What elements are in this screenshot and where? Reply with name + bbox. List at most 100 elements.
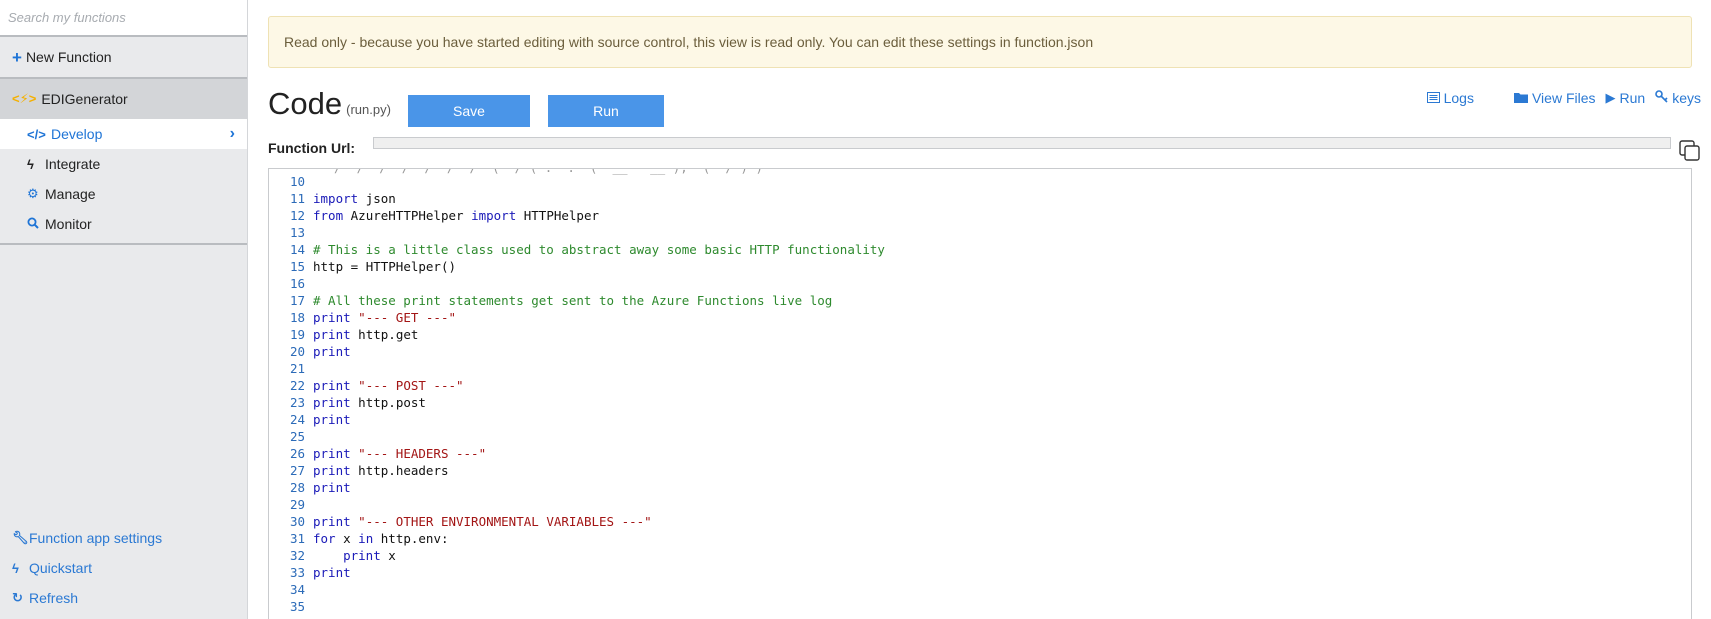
- function-url-label: Function Url:: [268, 140, 356, 156]
- link-label: Quickstart: [29, 560, 93, 576]
- main-panel: Read only - because you have started edi…: [248, 0, 1711, 619]
- chevron-right-icon: ›: [229, 125, 235, 142]
- run-button[interactable]: Run: [548, 95, 664, 127]
- view-files-label: View Files: [1531, 90, 1596, 106]
- line-text: # All these print statements get sent to…: [313, 293, 833, 308]
- line-number: 27: [289, 463, 305, 478]
- code-icon: </>: [27, 126, 46, 142]
- sidebar-item-monitor[interactable]: Monitor: [0, 209, 247, 239]
- code-line: 27 print http.headers: [269, 462, 1691, 479]
- search-input[interactable]: Search my functions: [0, 0, 247, 37]
- code-line: 13: [269, 224, 1691, 241]
- code-line: 35: [269, 598, 1691, 615]
- code-line: 23 print http.post: [269, 394, 1691, 411]
- sidebar-item-manage[interactable]: ⚙ Manage: [0, 179, 247, 209]
- sidebar-item-label: Develop: [51, 126, 103, 142]
- code-line: 28 print: [269, 479, 1691, 496]
- line-number: 20: [289, 344, 305, 359]
- sidebar-item-label: Manage: [45, 186, 96, 202]
- refresh-link[interactable]: ↻ Refresh: [0, 583, 247, 613]
- view-files-link[interactable]: View Files: [1513, 90, 1596, 106]
- line-number: 30: [289, 514, 305, 529]
- line-number: 21: [289, 361, 305, 376]
- function-icon: <⚡>: [12, 91, 37, 106]
- line-text: print x: [343, 548, 396, 563]
- line-text: print: [313, 565, 351, 580]
- save-button[interactable]: Save: [408, 95, 530, 127]
- code-line: 16: [269, 275, 1691, 292]
- folder-icon: [1513, 91, 1528, 106]
- line-number: 19: [289, 327, 305, 342]
- line-text: print http.post: [313, 395, 426, 410]
- function-item-edigenerator[interactable]: <⚡> EDIGenerator: [0, 79, 247, 119]
- read-only-banner: Read only - because you have started edi…: [268, 16, 1692, 68]
- line-number: 18: [289, 310, 305, 325]
- new-function-label: New Function: [25, 49, 112, 65]
- read-only-text: Read only - because you have started edi…: [284, 34, 1094, 50]
- bolt-icon: ϟ: [12, 560, 19, 576]
- logs-link[interactable]: Logs: [1426, 90, 1474, 106]
- file-name: (run.py): [346, 102, 391, 117]
- code-line: 24 print: [269, 411, 1691, 428]
- run-link-label: Run: [1619, 90, 1646, 106]
- code-line: 11 import json: [269, 190, 1691, 207]
- code-line: 15 http = HTTPHelper(): [269, 258, 1691, 275]
- code-line: 14 # This is a little class used to abstr…: [269, 241, 1691, 258]
- wrench-icon: 🔧︎: [12, 530, 29, 545]
- function-url-field[interactable]: [373, 137, 1671, 149]
- code-line: 30 print "--- OTHER ENVIRONMENTAL VARIABL…: [269, 513, 1691, 530]
- function-nav: </> Develop › ϟ Integrate ⚙ Manage Monit…: [0, 119, 247, 245]
- code-line: 18 print "--- GET ---": [269, 309, 1691, 326]
- line-number: 13: [289, 225, 305, 240]
- line-text: print: [313, 412, 351, 427]
- line-number: 10: [289, 174, 305, 189]
- line-number: 28: [289, 480, 305, 495]
- function-app-settings-link[interactable]: 🔧︎ Function app settings: [0, 523, 247, 553]
- line-text: from AzureHTTPHelper import HTTPHelper: [313, 208, 600, 223]
- code-line: 10: [269, 173, 1691, 190]
- line-number: 16: [289, 276, 305, 291]
- plus-icon: +: [12, 47, 22, 67]
- copy-icon[interactable]: [1679, 140, 1701, 162]
- bolt-icon: ϟ: [27, 156, 34, 172]
- search-icon: [27, 217, 43, 232]
- line-text: print "--- POST ---": [313, 378, 464, 393]
- sidebar-item-label: Integrate: [45, 156, 101, 172]
- line-text: print "--- GET ---": [313, 310, 457, 325]
- code-line: 22 print "--- POST ---": [269, 377, 1691, 394]
- refresh-icon: ↻: [12, 590, 23, 605]
- line-number: 32: [289, 548, 305, 563]
- line-number: 29: [289, 497, 305, 512]
- quickstart-link[interactable]: ϟ Quickstart: [0, 553, 247, 583]
- code-line: 26 print "--- HEADERS ---": [269, 445, 1691, 462]
- line-text: import json: [313, 191, 396, 206]
- function-name: EDIGenerator: [41, 91, 128, 107]
- code-line: 12 from AzureHTTPHelper import HTTPHelper: [269, 207, 1691, 224]
- new-function-button[interactable]: + New Function: [0, 37, 247, 79]
- sidebar: Search my functions + New Function <⚡> E…: [0, 0, 248, 619]
- code-title: Code: [268, 86, 343, 121]
- line-number: 23: [289, 395, 305, 410]
- code-line: 19 print http.get: [269, 326, 1691, 343]
- line-number: 31: [289, 531, 305, 546]
- sidebar-item-develop[interactable]: </> Develop ›: [0, 119, 247, 149]
- sidebar-item-integrate[interactable]: ϟ Integrate: [0, 149, 247, 179]
- code-editor[interactable]: ~ / / / / / / / ( / ( . . ( __ __ ), ( /…: [268, 168, 1692, 619]
- search-placeholder: Search my functions: [8, 10, 126, 25]
- line-number: 26: [289, 446, 305, 461]
- keys-link[interactable]: keys: [1655, 90, 1701, 106]
- code-line: 21: [269, 360, 1691, 377]
- line-number: 25: [289, 429, 305, 444]
- sidebar-bottom-links: 🔧︎ Function app settings ϟ Quickstart ↻ …: [0, 523, 247, 619]
- editor-toolbar-links: Logs View Files ▶ Run keys: [1426, 90, 1701, 106]
- run-link[interactable]: ▶ Run: [1606, 90, 1646, 106]
- code-line: 25: [269, 428, 1691, 445]
- line-number: 24: [289, 412, 305, 427]
- line-number: 34: [289, 582, 305, 597]
- page-title: Code (run.py): [268, 86, 391, 122]
- code-line: 32 print x: [269, 547, 1691, 564]
- line-text: print http.get: [313, 327, 419, 342]
- line-number: 14: [289, 242, 305, 257]
- line-number: 11: [289, 191, 305, 206]
- line-text: # This is a little class used to abstrac…: [313, 242, 885, 257]
